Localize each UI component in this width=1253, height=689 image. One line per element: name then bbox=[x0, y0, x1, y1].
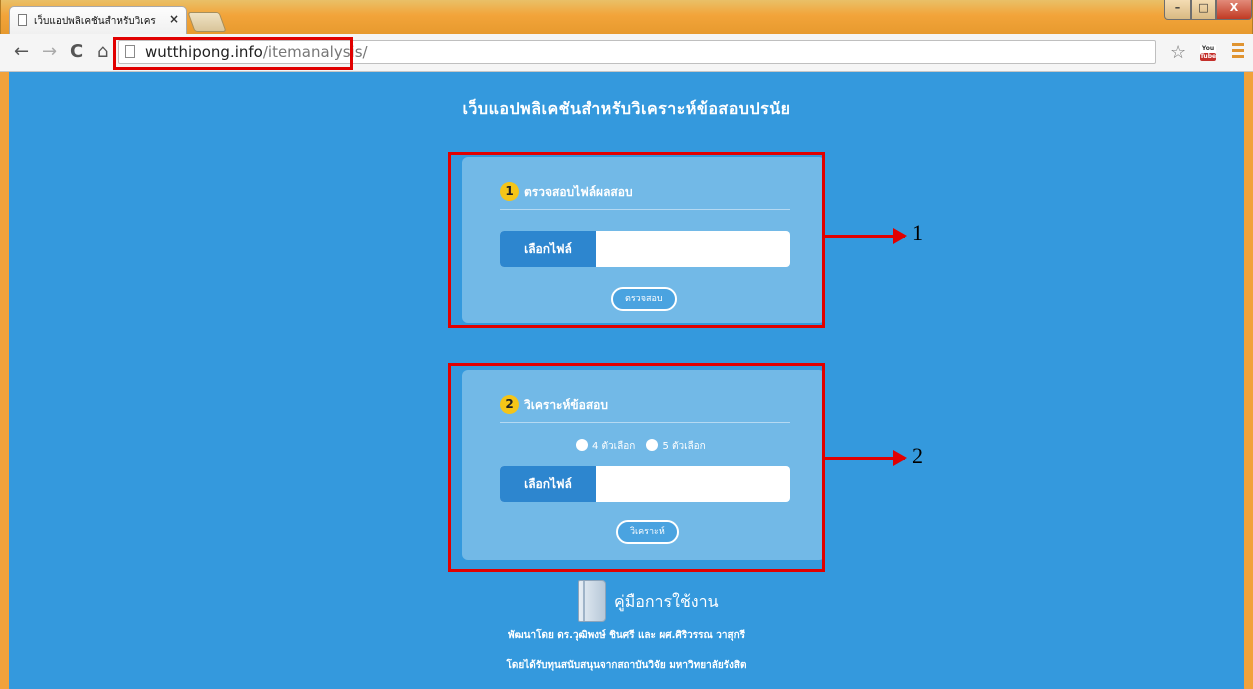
step1-choose-file-button[interactable]: เลือกไฟล์ bbox=[500, 231, 596, 267]
annotation-number-2: 2 bbox=[912, 443, 923, 468]
book-icon bbox=[578, 580, 606, 622]
page-title: เว็บแอปพลิเคชันสำหรับวิเคราะห์ข้อสอบปรนั… bbox=[462, 99, 791, 118]
radio-4-label: 4 ตัวเลือก bbox=[592, 441, 636, 452]
bookmark-star-icon[interactable]: ☆ bbox=[1170, 42, 1186, 63]
radio-5-choices[interactable] bbox=[646, 439, 659, 451]
annotation-arrow-1 bbox=[825, 228, 907, 244]
check-button[interactable]: ตรวจสอบ bbox=[611, 287, 677, 311]
page-content: เว็บแอปพลิเคชันสำหรับวิเคราะห์ข้อสอบปรนั… bbox=[9, 72, 1244, 689]
step2-badge: 2 bbox=[500, 395, 519, 414]
browser-titlebar: เว็บแอปพลิเคชันสำหรับวิเคร × – □ X bbox=[0, 0, 1253, 34]
annotation-number-1: 1 bbox=[912, 220, 923, 245]
analyze-panel: 2 วิเคราะห์ข้อสอบ 4 ตัวเลือก 5 ตัวเลือก … bbox=[462, 370, 825, 560]
window-border-right bbox=[1244, 72, 1253, 689]
check-file-panel: 1 ตรวจสอบไฟล์ผลสอบ เลือกไฟล์ ตรวจสอบ bbox=[462, 157, 825, 323]
youtube-tube: Tube bbox=[1200, 53, 1217, 61]
browser-toolbar: ← → C ⌂ wutthipong.info/itemanalysis/ ☆ … bbox=[0, 34, 1253, 72]
minimize-icon: – bbox=[1174, 1, 1181, 14]
step2-choose-file-button[interactable]: เลือกไฟล์ bbox=[500, 466, 596, 502]
radio-5-label: 5 ตัวเลือก bbox=[662, 441, 706, 452]
tab-close-icon[interactable]: × bbox=[169, 12, 179, 26]
page-icon bbox=[18, 14, 27, 26]
step1-label: ตรวจสอบไฟล์ผลสอบ bbox=[524, 185, 633, 199]
menu-icon[interactable] bbox=[1232, 43, 1244, 61]
maximize-button[interactable]: □ bbox=[1191, 0, 1216, 20]
page-icon bbox=[125, 45, 135, 58]
step2-label: วิเคราะห์ข้อสอบ bbox=[524, 398, 608, 412]
tab-title: เว็บแอปพลิเคชันสำหรับวิเคร bbox=[34, 16, 156, 27]
forward-arrow-icon[interactable]: → bbox=[42, 43, 57, 61]
close-window-button[interactable]: X bbox=[1216, 0, 1252, 20]
maximize-icon: □ bbox=[1198, 1, 1209, 14]
reload-icon[interactable]: C bbox=[70, 43, 83, 61]
url-text: wutthipong.info/itemanalysis/ bbox=[145, 43, 368, 61]
youtube-you: You bbox=[1201, 45, 1215, 52]
step2-header: 2 วิเคราะห์ข้อสอบ bbox=[500, 394, 790, 423]
back-arrow-icon[interactable]: ← bbox=[14, 43, 29, 61]
window-border-left bbox=[0, 72, 9, 689]
browser-tab[interactable]: เว็บแอปพลิเคชันสำหรับวิเคร × bbox=[9, 6, 187, 34]
manual-label: คู่มือการใช้งาน bbox=[614, 592, 719, 611]
url-path: /itemanalysis/ bbox=[262, 43, 368, 61]
home-icon[interactable]: ⌂ bbox=[97, 43, 108, 61]
address-bar[interactable]: wutthipong.info/itemanalysis/ bbox=[118, 40, 1156, 64]
url-domain: wutthipong.info bbox=[145, 43, 263, 61]
radio-4-choices[interactable] bbox=[576, 439, 588, 451]
annotation-arrow-2 bbox=[825, 450, 907, 466]
step2-file-input[interactable]: เลือกไฟล์ bbox=[500, 466, 790, 502]
youtube-icon[interactable]: You Tube bbox=[1200, 45, 1216, 61]
step1-header: 1 ตรวจสอบไฟล์ผลสอบ bbox=[500, 181, 790, 210]
minimize-button[interactable]: – bbox=[1164, 0, 1191, 20]
new-tab-button[interactable] bbox=[187, 12, 227, 32]
close-icon: X bbox=[1229, 1, 1239, 14]
credit-developers: พัฒนาโดย ดร.วุฒิพงษ์ ชินศรี และ ผศ.ศิริว… bbox=[508, 630, 745, 641]
analyze-button[interactable]: วิเคราะห์ bbox=[616, 520, 679, 544]
choice-count-radios: 4 ตัวเลือก 5 ตัวเลือก bbox=[576, 439, 714, 454]
credit-funding: โดยได้รับทุนสนับสนุนจากสถาบันวิจัย มหาวิ… bbox=[506, 660, 747, 671]
step1-file-input[interactable]: เลือกไฟล์ bbox=[500, 231, 790, 267]
step1-badge: 1 bbox=[500, 182, 519, 201]
